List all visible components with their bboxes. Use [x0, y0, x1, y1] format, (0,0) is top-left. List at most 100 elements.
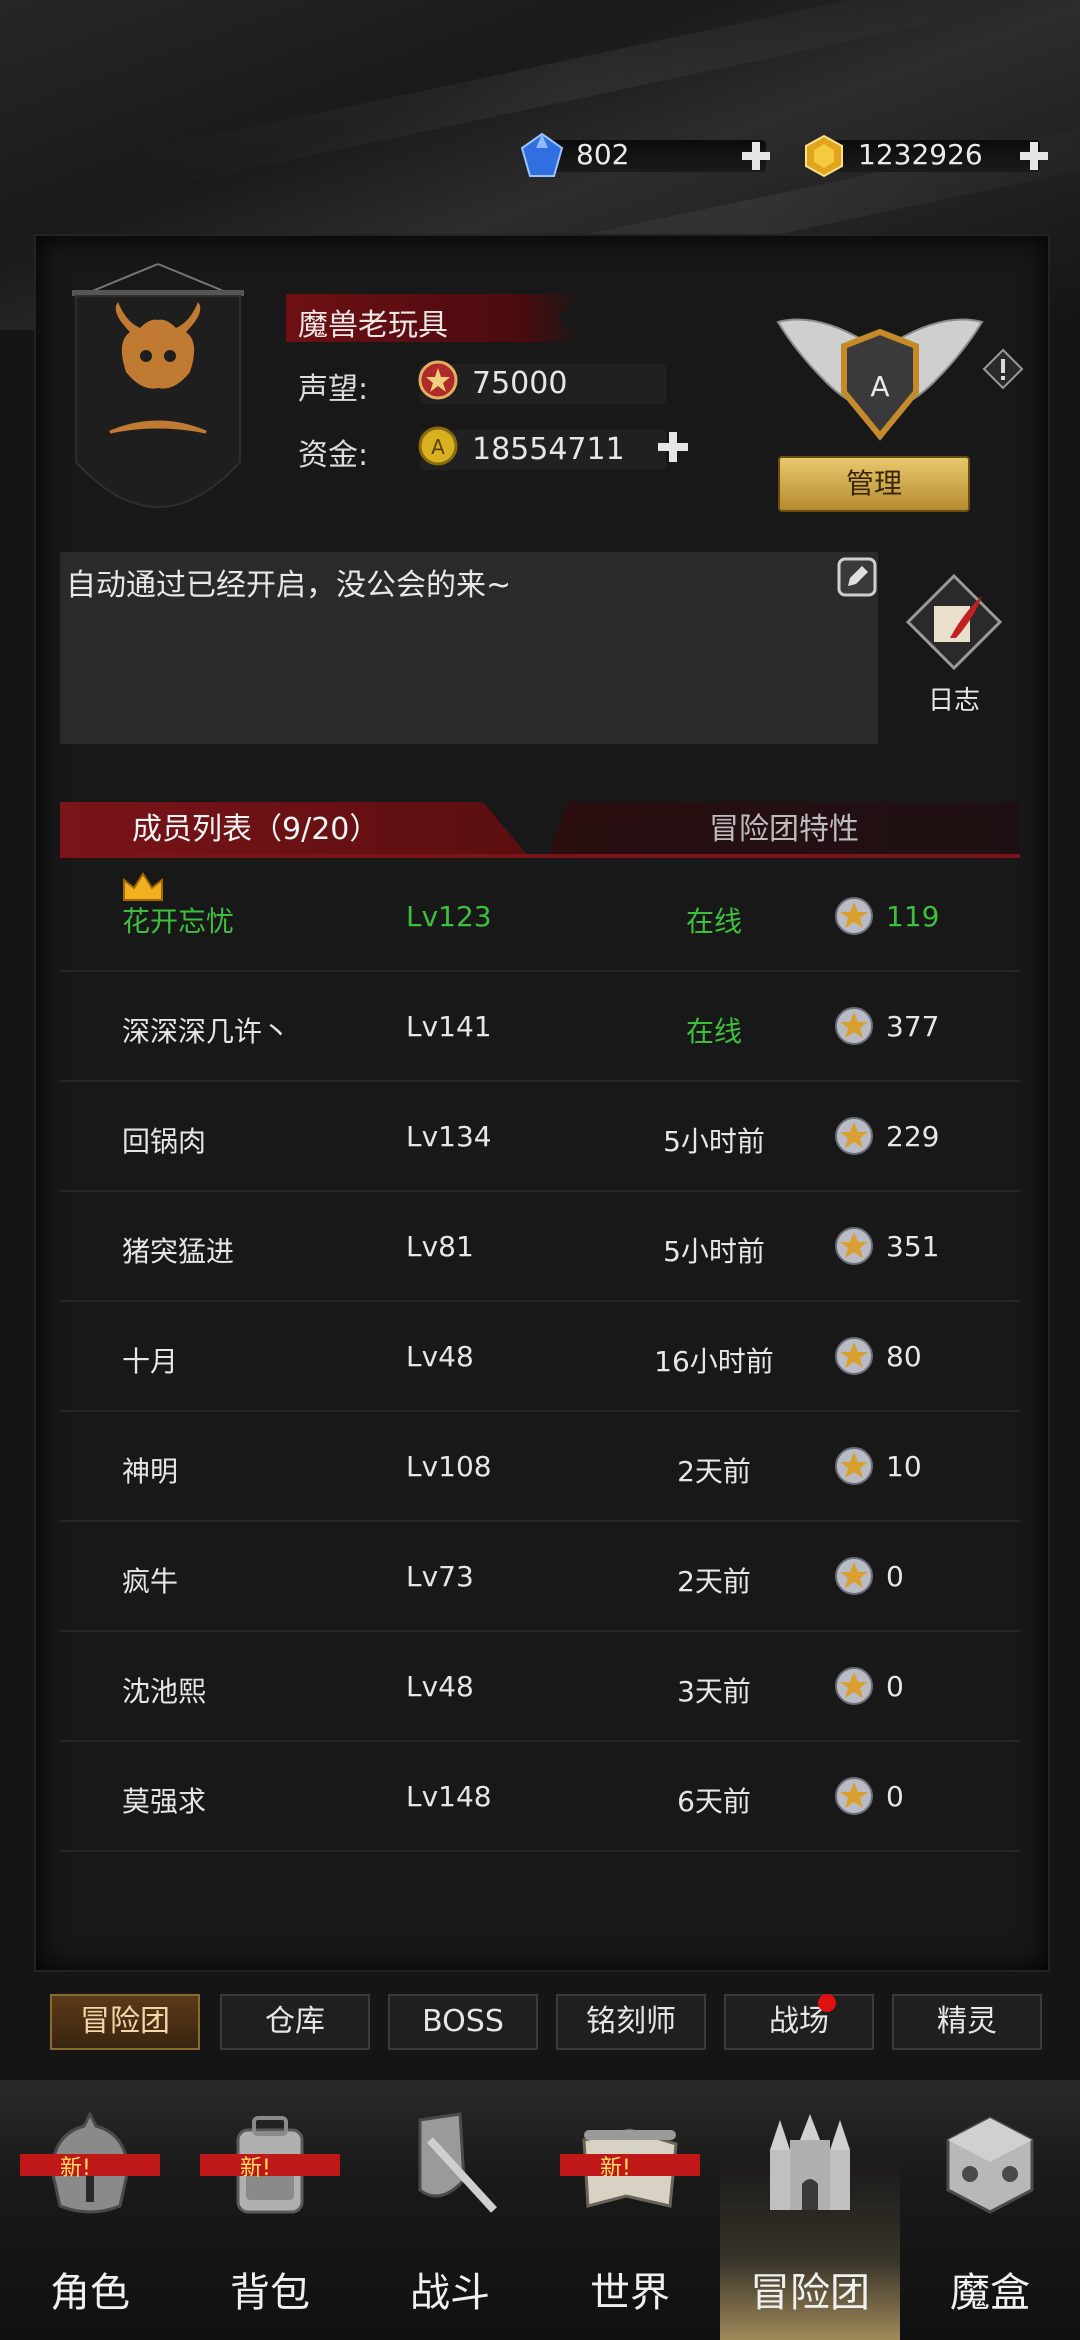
member-tabs: 成员列表（9/20） 冒险团特性 [60, 802, 1020, 858]
member-status: 16小时前 [654, 1345, 774, 1378]
nav-label: 角色 [50, 2270, 130, 2316]
contribution-icon [835, 1557, 873, 1595]
member-contribution: 10 [886, 1450, 922, 1483]
nav-character[interactable]: 新! 角色 [0, 2080, 180, 2340]
gold-gem-icon [805, 134, 843, 178]
table-row[interactable]: 花开忘忧 Lv123 在线 119 [60, 862, 1020, 972]
member-status: 3天前 [677, 1675, 751, 1708]
member-level: Lv81 [406, 1230, 474, 1263]
table-row[interactable]: 莫强求 Lv148 6天前 0 [60, 1742, 1020, 1852]
reputation-icon [418, 360, 458, 400]
member-name: 神明 [122, 1455, 179, 1488]
shield-sword-icon [418, 2112, 497, 2213]
member-level: Lv148 [406, 1780, 492, 1813]
member-level: Lv48 [406, 1670, 474, 1703]
nav-world[interactable]: 新! 世界 [540, 2080, 720, 2340]
contribution-icon [835, 1007, 873, 1045]
member-contribution: 0 [886, 1670, 904, 1703]
funds-value: 18554711 [472, 432, 625, 467]
log-label: 日志 [927, 686, 980, 716]
guild-notice: 自动通过已经开启，没公会的来~ [60, 552, 878, 744]
contribution-icon [835, 1227, 873, 1265]
member-contribution: 119 [886, 900, 940, 933]
rank-letter: A [870, 370, 889, 403]
member-list: 花开忘忧 Lv123 在线 119 深深深几许丶 Lv141 在线 377 回锅… [60, 862, 1020, 1852]
svg-text:A: A [431, 435, 445, 459]
member-name: 猪突猛进 [122, 1235, 235, 1268]
guild-subtabs: 冒险团 仓库 BOSS 铭刻师 战场 精灵 [50, 1994, 1050, 2054]
member-level: Lv134 [406, 1120, 492, 1153]
edit-notice-icon[interactable] [836, 556, 878, 598]
table-row[interactable]: 神明 Lv108 2天前 10 [60, 1412, 1020, 1522]
coin-icon: A [418, 426, 458, 466]
add-gems-button[interactable] [740, 140, 772, 172]
tab-guild-traits[interactable]: 冒险团特性 [548, 802, 1020, 858]
add-funds-button[interactable] [656, 430, 690, 464]
member-level: Lv73 [406, 1560, 474, 1593]
new-badge-label: 新! [600, 2156, 631, 2181]
member-name: 花开忘忧 [122, 905, 235, 938]
gem-amount: 802 [576, 138, 630, 171]
member-contribution: 0 [886, 1560, 904, 1593]
contribution-icon [835, 897, 873, 935]
gold-currency: 1232926 [800, 132, 1060, 180]
member-contribution: 229 [886, 1120, 940, 1153]
log-button[interactable]: 日志 [896, 572, 1012, 716]
nav-adventure-group[interactable]: 冒险团 [720, 2080, 900, 2340]
member-name: 十月 [122, 1345, 179, 1378]
nav-label: 背包 [230, 2270, 310, 2316]
member-name: 疯牛 [122, 1565, 179, 1598]
member-level: Lv123 [406, 900, 492, 933]
crown-icon [123, 872, 163, 901]
nav-label: 冒险团 [750, 2270, 870, 2316]
reputation-value: 75000 [472, 366, 568, 401]
contribution-icon [835, 1337, 873, 1375]
member-status: 2天前 [677, 1455, 751, 1488]
member-contribution: 0 [886, 1780, 904, 1813]
table-row[interactable]: 沈池熙 Lv48 3天前 0 [60, 1632, 1020, 1742]
subtab-engraver[interactable]: 铭刻师 [556, 1994, 706, 2050]
subtab-boss[interactable]: BOSS [388, 1994, 538, 2050]
table-row[interactable]: 疯牛 Lv73 2天前 0 [60, 1522, 1020, 1632]
member-level: Lv48 [406, 1340, 474, 1373]
contribution-icon [835, 1117, 873, 1155]
gem-currency: 802 [518, 132, 776, 180]
subtab-adventure-group[interactable]: 冒险团 [50, 1994, 200, 2050]
table-row[interactable]: 十月 Lv48 16小时前 80 [60, 1302, 1020, 1412]
member-name: 莫强求 [122, 1785, 207, 1818]
subtab-warehouse[interactable]: 仓库 [220, 1994, 370, 2050]
subtab-spirit[interactable]: 精灵 [892, 1994, 1042, 2050]
add-gold-button[interactable] [1018, 140, 1050, 172]
nav-backpack[interactable]: 新! 背包 [180, 2080, 360, 2340]
table-row[interactable]: 猪突猛进 Lv81 5小时前 351 [60, 1192, 1020, 1302]
info-button[interactable] [982, 348, 1024, 390]
guild-banner-icon [72, 263, 244, 508]
notice-text: 自动通过已经开启，没公会的来~ [66, 568, 512, 603]
table-row[interactable]: 深深深几许丶 Lv141 在线 377 [60, 972, 1020, 1082]
member-contribution: 377 [886, 1010, 940, 1043]
member-contribution: 351 [886, 1230, 940, 1263]
gold-amount: 1232926 [858, 138, 983, 171]
blue-gem-icon [520, 132, 564, 177]
guild-name: 魔兽老玩具 [298, 308, 448, 343]
manage-button[interactable]: 管理 [778, 456, 970, 512]
member-status: 在线 [685, 1015, 742, 1048]
member-status: 在线 [685, 905, 742, 938]
member-name: 回锅肉 [122, 1125, 207, 1158]
notification-dot [818, 1994, 836, 2012]
new-badge-label: 新! [60, 2156, 91, 2181]
castle-icon [770, 2114, 850, 2210]
nav-label: 魔盒 [950, 2270, 1030, 2316]
member-level: Lv108 [406, 1450, 492, 1483]
contribution-icon [835, 1667, 873, 1705]
nav-battle[interactable]: 战斗 [360, 2080, 540, 2340]
subtab-battlefield[interactable]: 战场 [724, 1994, 874, 2050]
table-row[interactable]: 回锅肉 Lv134 5小时前 229 [60, 1082, 1020, 1192]
nav-label: 世界 [590, 2270, 670, 2316]
member-status: 2天前 [677, 1565, 751, 1598]
tab-member-list[interactable]: 成员列表（9/20） [60, 802, 530, 858]
tab-member-list-label: 成员列表（9/20） [132, 812, 380, 847]
member-contribution: 80 [886, 1340, 922, 1373]
nav-magic-box[interactable]: 魔盒 [900, 2080, 1080, 2340]
tab-underline [60, 854, 1020, 858]
